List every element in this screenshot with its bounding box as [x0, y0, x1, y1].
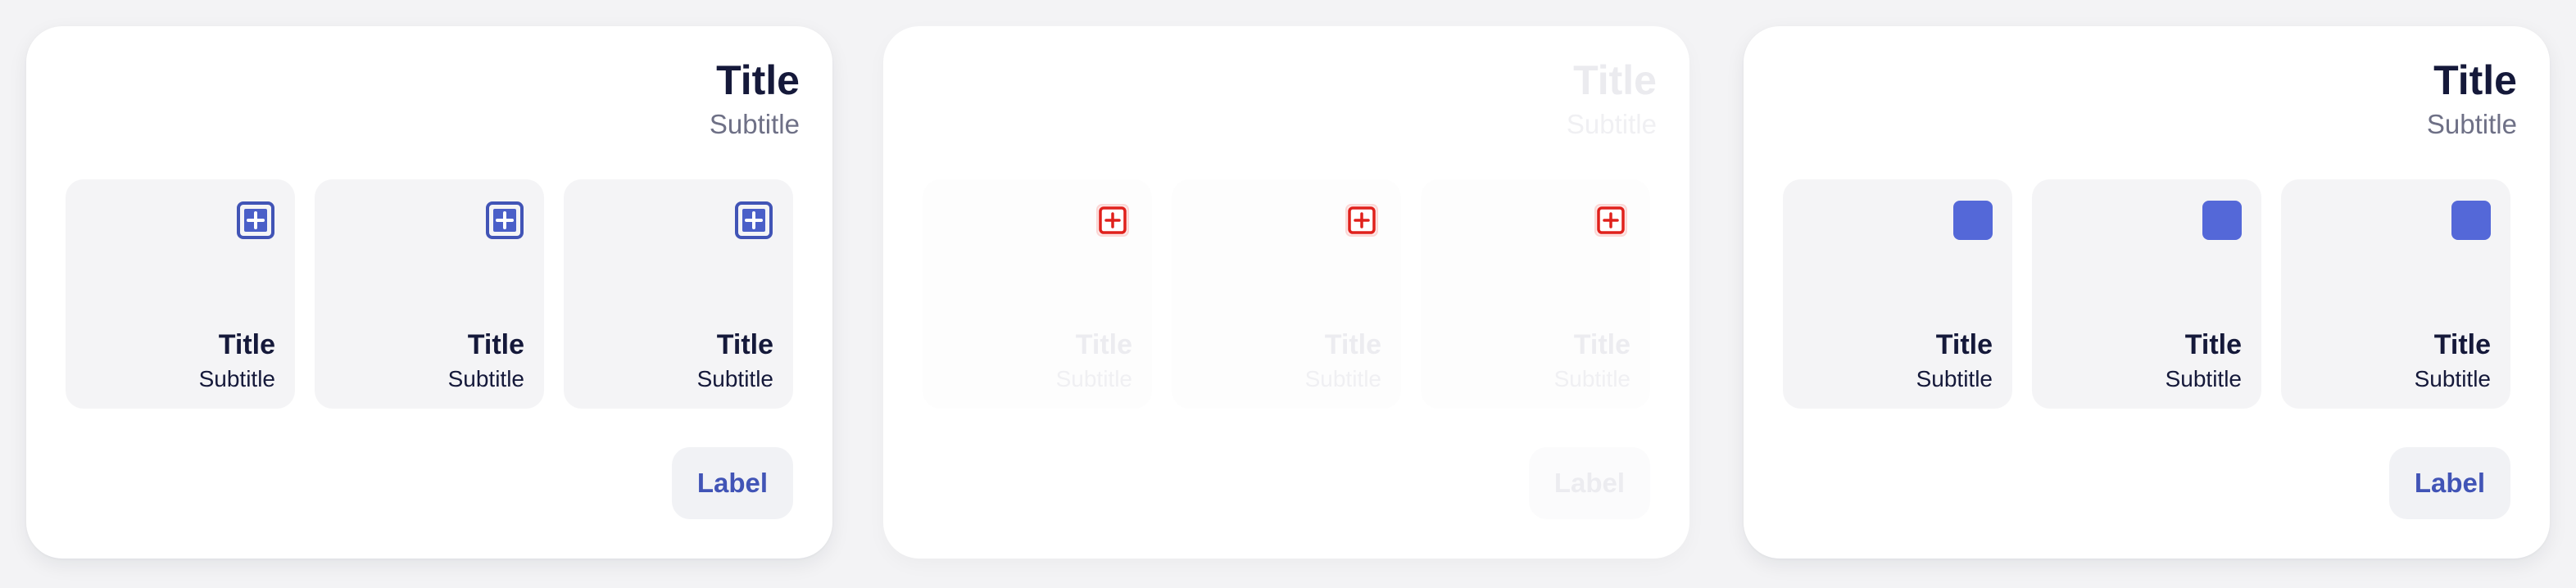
card-panel-filled: Title Subtitle Title Subtitle Title Subt… — [1744, 26, 2550, 559]
plus-square-icon[interactable] — [1342, 201, 1381, 240]
panel-subtitle: Subtitle — [2426, 109, 2517, 139]
tile[interactable]: Title Subtitle — [66, 179, 295, 409]
tile-row: Title Subtitle Title Subtitle Title Subt… — [66, 179, 793, 409]
panel-subtitle: Subtitle — [1566, 109, 1657, 139]
tile-subtitle: Subtitle — [447, 366, 524, 391]
tile-title: Title — [218, 329, 275, 360]
stage: Title Subtitle Title Subtitle Title Subt… — [0, 0, 2576, 588]
plus-square-icon[interactable] — [734, 201, 773, 240]
plus-square-icon[interactable] — [485, 201, 524, 240]
tile[interactable]: Title Subtitle — [2032, 179, 2261, 409]
tile-subtitle: Subtitle — [1553, 366, 1630, 391]
tile[interactable]: Title Subtitle — [315, 179, 544, 409]
tile[interactable]: Title Subtitle — [1783, 179, 2012, 409]
tile: Title Subtitle — [1421, 179, 1650, 409]
tile-subtitle: Subtitle — [2165, 366, 2242, 391]
tile-title: Title — [2433, 329, 2491, 360]
filled-square-icon[interactable] — [2202, 201, 2242, 240]
filled-square-icon[interactable] — [1953, 201, 1993, 240]
panel-header: Title Subtitle — [1567, 57, 1657, 142]
label-button[interactable]: Label — [2389, 447, 2510, 519]
panel-title: Title — [716, 57, 800, 103]
tile-subtitle: Subtitle — [198, 366, 275, 391]
filled-square-icon[interactable] — [2451, 201, 2491, 240]
tile-title: Title — [716, 329, 773, 360]
panel-header: Title Subtitle — [2427, 57, 2517, 142]
tile-subtitle: Subtitle — [1916, 366, 1993, 391]
label-button[interactable]: Label — [672, 447, 793, 519]
tile-title: Title — [1935, 329, 1993, 360]
plus-square-icon[interactable] — [1093, 201, 1132, 240]
panel-subtitle: Subtitle — [709, 109, 800, 139]
label-button[interactable]: Label — [1529, 447, 1650, 519]
tile[interactable]: Title Subtitle — [564, 179, 793, 409]
card-panel-disabled: Title Subtitle Title Subtitle Title Subt… — [883, 26, 1689, 559]
tile-subtitle: Subtitle — [2414, 366, 2491, 391]
tile-row: Title Subtitle Title Subtitle Title Subt… — [923, 179, 1650, 409]
card-panel-default: Title Subtitle Title Subtitle Title Subt… — [26, 26, 832, 559]
tile-subtitle: Subtitle — [1055, 366, 1132, 391]
tile: Title Subtitle — [1172, 179, 1401, 409]
panel-header: Title Subtitle — [710, 57, 800, 142]
tile-title: Title — [1324, 329, 1381, 360]
tile-title: Title — [467, 329, 524, 360]
panel-title: Title — [2433, 57, 2517, 103]
tile-title: Title — [1075, 329, 1132, 360]
tile-title: Title — [1573, 329, 1630, 360]
tile-subtitle: Subtitle — [1304, 366, 1381, 391]
tile[interactable]: Title Subtitle — [2281, 179, 2510, 409]
tile-row: Title Subtitle Title Subtitle Title Subt… — [1783, 179, 2510, 409]
tile: Title Subtitle — [923, 179, 1152, 409]
tile-subtitle: Subtitle — [696, 366, 773, 391]
plus-square-icon[interactable] — [1591, 201, 1630, 240]
plus-square-icon[interactable] — [236, 201, 275, 240]
panel-title: Title — [1573, 57, 1657, 103]
tile-title: Title — [2184, 329, 2242, 360]
